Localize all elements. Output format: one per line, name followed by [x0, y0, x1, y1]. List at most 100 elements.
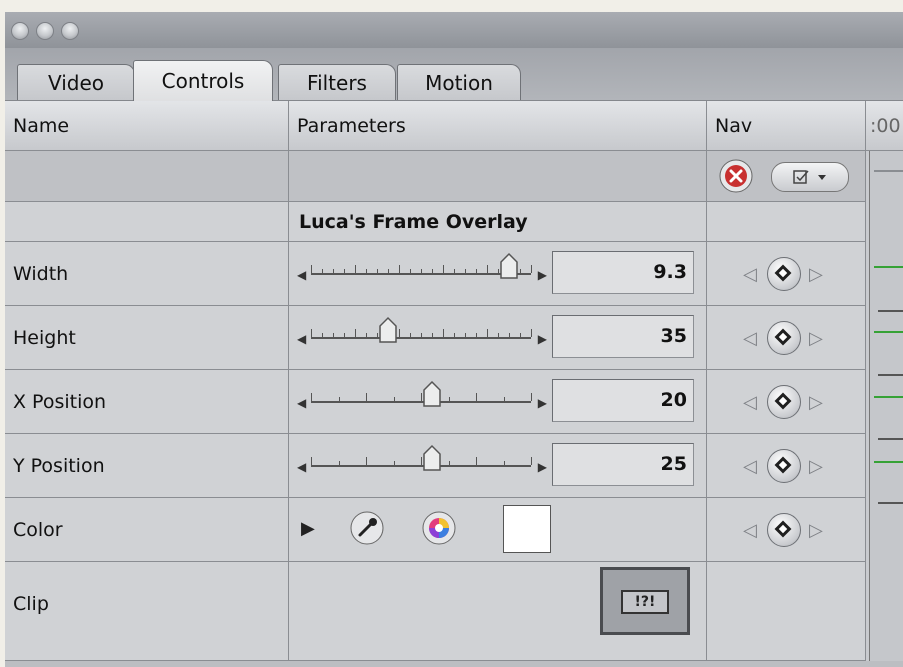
slider-tick [476, 457, 477, 465]
red-x-reset-icon[interactable] [717, 157, 755, 195]
checkbox-dropdown-icon [793, 170, 826, 184]
decrement-arrow-icon[interactable]: ◀ [297, 396, 306, 410]
slider-tick [366, 333, 367, 337]
param-slider[interactable]: ◀ ▶ [297, 434, 547, 498]
minimize-window-icon[interactable] [36, 22, 54, 40]
slider-tick [531, 393, 532, 401]
slider-tick [333, 269, 334, 273]
keyframe-diamond-icon[interactable] [767, 257, 801, 291]
column-header-nav[interactable]: Nav [707, 101, 866, 151]
eyedropper-icon[interactable] [349, 510, 385, 546]
slider-tick [520, 333, 521, 337]
slider-tick [311, 329, 312, 337]
slider-tick [421, 333, 422, 337]
clip-well[interactable]: !?! [600, 567, 690, 635]
slider-tick [377, 269, 378, 273]
previous-keyframe-icon[interactable]: ◁ [743, 456, 757, 477]
slider-tick [366, 393, 367, 401]
slider-tick [509, 333, 510, 337]
slider-thumb-icon[interactable] [499, 252, 519, 280]
decrement-arrow-icon[interactable]: ◀ [297, 268, 306, 282]
tab-bar: Video Controls Filters Motion [5, 48, 903, 101]
keyframe-diamond-icon[interactable] [767, 449, 801, 483]
next-keyframe-icon[interactable]: ▷ [809, 264, 823, 285]
increment-arrow-icon[interactable]: ▶ [538, 332, 547, 346]
slider-tick [388, 269, 389, 273]
keyframe-nav: ◁ ▷ [707, 242, 865, 305]
slider-tick [333, 333, 334, 337]
slider-tick [476, 393, 477, 401]
param-value-field[interactable]: 25 [552, 443, 694, 486]
tab-motion[interactable]: Motion [397, 64, 521, 100]
param-row-color: Color ▶ ◁ ▷ [5, 498, 903, 562]
slider-tick [338, 397, 340, 401]
slider-tick [399, 329, 400, 337]
param-value-field[interactable]: 20 [552, 379, 694, 422]
slider-tick [503, 397, 505, 401]
slider-tick [355, 329, 356, 337]
tab-controls[interactable]: Controls [133, 60, 273, 101]
slider-tick [454, 333, 455, 337]
disclosure-triangle-icon[interactable]: ▶ [301, 518, 315, 539]
enable-dropdown-button[interactable] [771, 162, 849, 192]
slider-tick [531, 265, 532, 273]
previous-keyframe-icon[interactable]: ◁ [743, 392, 757, 413]
slider-tick [432, 333, 433, 337]
slider-thumb-icon[interactable] [378, 316, 398, 344]
param-value-field[interactable]: 9.3 [552, 251, 694, 294]
param-name: Color [5, 498, 289, 562]
color-wheel-icon[interactable] [421, 510, 457, 546]
slider-thumb-icon[interactable] [422, 380, 442, 408]
slider-tick [476, 333, 477, 337]
parameter-table: Name Parameters Nav :00 Luca's Frame Ove… [5, 101, 903, 667]
keyframe-diamond-icon[interactable] [767, 513, 801, 547]
param-slider[interactable]: ◀ ▶ [297, 306, 547, 370]
keyframe-nav: ◁ ▷ [707, 498, 865, 561]
next-keyframe-icon[interactable]: ▷ [809, 456, 823, 477]
filter-title-row: Luca's Frame Overlay [5, 202, 903, 242]
slider-tick [322, 269, 323, 273]
slider-tick [366, 269, 367, 273]
column-header-parameters[interactable]: Parameters [289, 101, 707, 151]
slider-tick [531, 457, 532, 465]
param-slider[interactable]: ◀ ▶ [297, 242, 547, 306]
keyframe-nav: ◁ ▷ [707, 306, 865, 369]
increment-arrow-icon[interactable]: ▶ [538, 268, 547, 282]
clip-well-label: !?! [621, 590, 669, 614]
next-keyframe-icon[interactable]: ▷ [809, 328, 823, 349]
color-swatch[interactable] [503, 505, 551, 553]
next-keyframe-icon[interactable]: ▷ [809, 520, 823, 541]
slider-thumb-icon[interactable] [422, 444, 442, 472]
param-value-field[interactable]: 35 [552, 315, 694, 358]
next-keyframe-icon[interactable]: ▷ [809, 392, 823, 413]
param-slider[interactable]: ◀ ▶ [297, 370, 547, 434]
keyframe-diamond-icon[interactable] [767, 385, 801, 419]
decrement-arrow-icon[interactable]: ◀ [297, 332, 306, 346]
keyframe-diamond-icon[interactable] [767, 321, 801, 355]
previous-keyframe-icon[interactable]: ◁ [743, 328, 757, 349]
slider-tick [393, 397, 395, 401]
keyframe-timeline[interactable] [869, 151, 903, 661]
column-header-name[interactable]: Name [5, 101, 289, 151]
previous-keyframe-icon[interactable]: ◁ [743, 520, 757, 541]
slider-tick [476, 269, 477, 273]
slider-tick [432, 269, 433, 273]
increment-arrow-icon[interactable]: ▶ [538, 396, 547, 410]
slider-tick [410, 333, 411, 337]
close-window-icon[interactable] [11, 22, 29, 40]
slider-tick [448, 461, 450, 465]
zoom-window-icon[interactable] [61, 22, 79, 40]
decrement-arrow-icon[interactable]: ◀ [297, 460, 306, 474]
param-name: Clip [5, 562, 289, 661]
filter-title: Luca's Frame Overlay [299, 211, 528, 233]
increment-arrow-icon[interactable]: ▶ [538, 460, 547, 474]
slider-tick [465, 269, 466, 273]
filter-controls-window: Video Controls Filters Motion Name Param… [5, 12, 903, 667]
slider-tick [410, 269, 411, 273]
tab-filters[interactable]: Filters [278, 64, 396, 100]
param-row-clip: Clip !?! [5, 562, 903, 661]
tab-video[interactable]: Video [17, 64, 135, 100]
previous-keyframe-icon[interactable]: ◁ [743, 264, 757, 285]
slider-tick [421, 269, 422, 273]
slider-tick [465, 333, 466, 337]
